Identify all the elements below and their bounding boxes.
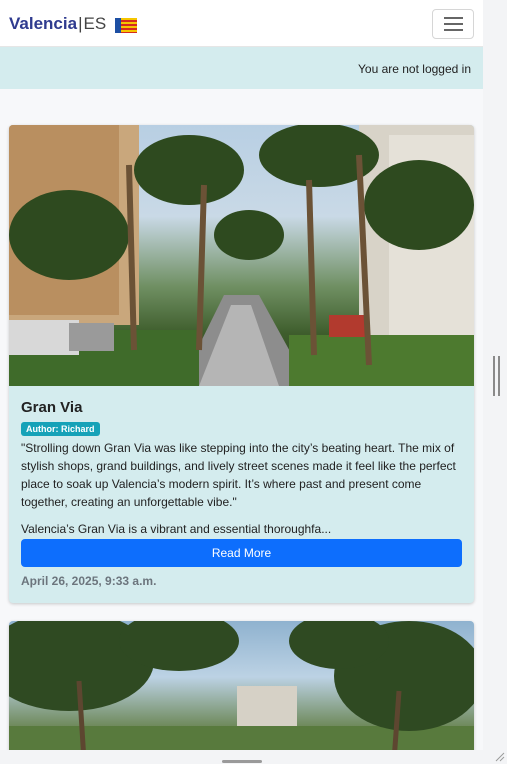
brand-language: ES	[83, 14, 107, 33]
brand-link[interactable]: Valencia | ES	[9, 14, 138, 34]
post-date: April 26, 2025, 9:33 a.m.	[21, 574, 157, 588]
hamburger-menu-icon	[444, 17, 463, 19]
post-title: Gran Via	[21, 399, 83, 416]
park-photo	[9, 621, 474, 750]
post-excerpt: Valencia’s Gran Via is a vibrant and ess…	[21, 522, 332, 536]
navbar: Valencia | ES	[0, 0, 483, 47]
valencian-flag-icon	[115, 17, 138, 33]
post-card-body: Gran Via Author: Richard "Strolling down…	[9, 386, 474, 588]
login-status-text: You are not logged in	[358, 62, 471, 76]
post-image	[9, 621, 474, 750]
scrollbar-handle[interactable]	[493, 356, 500, 396]
resize-grip-icon[interactable]	[495, 752, 505, 762]
street-photo	[9, 125, 474, 386]
read-more-button[interactable]: Read More	[21, 539, 462, 567]
author-badge: Author: Richard	[21, 422, 100, 436]
bottom-resize-handle[interactable]	[222, 760, 262, 763]
brand-separator: |	[78, 14, 83, 33]
hamburger-menu-line	[444, 29, 463, 31]
hamburger-menu-line	[444, 23, 463, 25]
page: Valencia | ES You are not logged in Gran…	[0, 0, 483, 750]
navbar-toggler-button[interactable]	[432, 9, 474, 39]
post-image	[9, 125, 474, 386]
post-card: Gran Via Author: Richard "Strolling down…	[9, 125, 474, 603]
login-status-bar: You are not logged in	[0, 47, 483, 89]
brand-name: Valencia	[9, 14, 78, 33]
post-quote: "Strolling down Gran Via was like steppi…	[21, 441, 456, 509]
post-card	[9, 621, 474, 750]
